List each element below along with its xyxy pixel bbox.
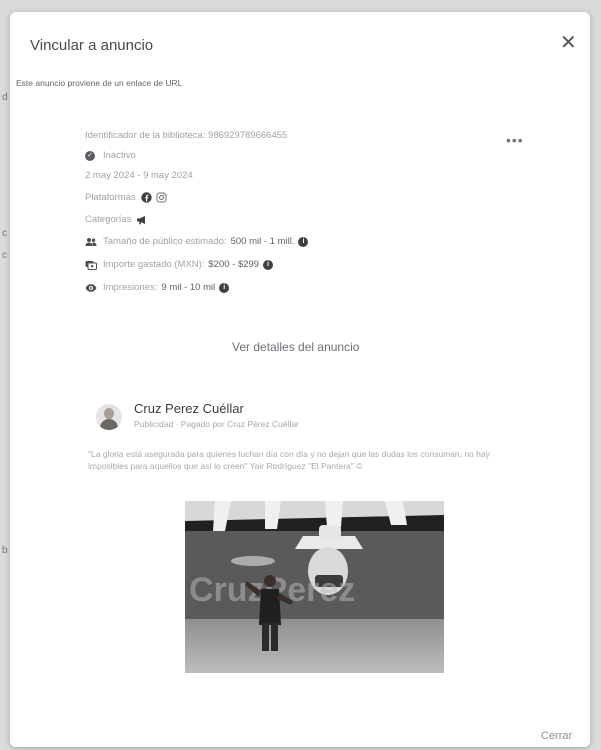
- library-id: Identificador de la biblioteca: 98692978…: [85, 130, 288, 141]
- avatar[interactable]: [96, 404, 122, 430]
- people-icon: [85, 237, 97, 246]
- ad-image: CruzPerez: [185, 501, 444, 673]
- link-to-ad-dialog: Vincular a anuncio ✕ Este anuncio provie…: [10, 12, 590, 747]
- status-row: ✓ Inactivo: [85, 150, 136, 161]
- spend-value: $200 - $299: [208, 259, 260, 270]
- dialog-subtitle: Este anuncio proviene de un enlace de UR…: [16, 78, 183, 88]
- spend-row: Importe gastado (MXN): $200 - $299 i: [85, 259, 274, 270]
- ad-body-text: "La gloria está asegurada para quienes l…: [88, 449, 490, 471]
- info-icon[interactable]: i: [219, 282, 230, 293]
- instagram-icon: [156, 192, 167, 203]
- dialog-title: Vincular a anuncio: [30, 37, 154, 54]
- spend-label: Importe gastado (MXN):: [103, 259, 205, 270]
- background-text: b: [2, 545, 8, 556]
- close-button[interactable]: Cerrar: [541, 730, 572, 742]
- audience-row: Tamaño de público estimado: 500 mil - 1 …: [85, 236, 309, 247]
- status-text: Inactivo: [103, 150, 136, 161]
- date-range: 2 may 2024 - 9 may 2024: [85, 170, 193, 181]
- impressions-label: Impresiones:: [103, 282, 158, 293]
- facebook-icon: [140, 192, 152, 203]
- background-text: c: [2, 228, 7, 239]
- check-circle-icon: ✓: [85, 150, 95, 161]
- advertiser-name[interactable]: Cruz Perez Cuéllar: [134, 401, 244, 416]
- impressions-row: Impresiones: 9 mil - 10 mil i: [85, 282, 230, 293]
- eye-icon: [85, 283, 97, 292]
- money-icon: [85, 260, 97, 270]
- categories-label: Categorías: [85, 214, 132, 225]
- audience-value: 500 mil - 1 mill.: [230, 236, 295, 247]
- see-ad-details-link[interactable]: Ver detalles del anuncio: [232, 340, 359, 354]
- platforms-label: Plataformas: [85, 192, 136, 203]
- platforms-row: Plataformas: [85, 192, 167, 203]
- impressions-value: 9 mil - 10 mil: [161, 282, 216, 293]
- background-text: d: [2, 92, 8, 103]
- more-options-icon[interactable]: •••: [506, 132, 524, 148]
- sponsored-label: Publicidad · Pagado por Cruz Pérez Cuéll…: [134, 419, 299, 429]
- close-icon[interactable]: ✕: [560, 33, 577, 53]
- info-icon[interactable]: i: [298, 236, 309, 247]
- audience-label: Tamaño de público estimado:: [103, 236, 227, 247]
- info-icon[interactable]: i: [263, 259, 274, 270]
- background-text: c: [2, 250, 7, 261]
- categories-row: Categorías: [85, 214, 148, 225]
- megaphone-icon: [137, 215, 146, 224]
